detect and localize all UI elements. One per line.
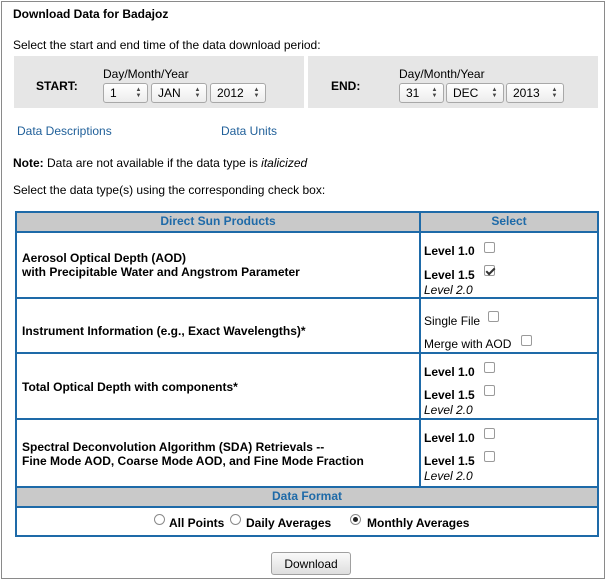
daily-averages-radio[interactable] <box>230 514 241 525</box>
download-form: Download Data for Badajoz Select the sta… <box>1 1 605 579</box>
aod-level20-label: Level 2.0 <box>424 283 473 297</box>
data-units-link[interactable]: Data Units <box>221 124 277 138</box>
note-text: Data are not available if the data type … <box>47 156 258 170</box>
tod-level20-label: Level 2.0 <box>424 403 473 417</box>
tod-level10-checkbox[interactable] <box>484 362 495 373</box>
row-divider <box>17 506 597 508</box>
end-year-select[interactable]: 2013 ▲ ▼ <box>506 83 564 103</box>
sda-level15-checkbox[interactable] <box>484 451 495 462</box>
sda-level10-text: Level 1.0 <box>424 431 475 445</box>
type-instruction: Select the data type(s) using the corres… <box>13 183 326 197</box>
aod-level15-text: Level 1.5 <box>424 268 475 282</box>
data-descriptions-link[interactable]: Data Descriptions <box>17 124 112 138</box>
product-aod-name: Aerosol Optical Depth (AOD) with Precipi… <box>22 251 300 279</box>
start-month-select[interactable]: JAN ▲ ▼ <box>151 83 207 103</box>
end-month-select[interactable]: DEC ▲ ▼ <box>446 83 504 103</box>
row-divider <box>17 352 597 354</box>
sda-level20-label: Level 2.0 <box>424 469 473 483</box>
availability-note: Note: Data are not available if the data… <box>13 156 307 170</box>
spinner-arrows-icon: ▲ ▼ <box>135 87 142 99</box>
aod-level10-text: Level 1.0 <box>424 244 475 258</box>
start-year-value: 2012 <box>217 86 244 100</box>
tod-level20-text: Level 2.0 <box>424 403 473 417</box>
start-format-label: Day/Month/Year <box>103 67 189 81</box>
monthly-averages-radio[interactable] <box>350 514 361 525</box>
date-range-panel: START: Day/Month/Year 1 ▲ ▼ JAN ▲ ▼ 2012 ▲… <box>14 56 598 108</box>
row-divider <box>17 231 597 233</box>
spinner-arrows-icon: ▲ ▼ <box>551 87 558 99</box>
sda-level20-text: Level 2.0 <box>424 469 473 483</box>
aod-level20-text: Level 2.0 <box>424 283 473 297</box>
product-tod-name: Total Optical Depth with components* <box>22 380 238 394</box>
aod-level15-label: Level 1.5 <box>424 268 475 282</box>
start-day-select[interactable]: 1 ▲ ▼ <box>103 83 148 103</box>
period-instruction: Select the start and end time of the dat… <box>13 38 321 52</box>
single-file-label: Single File <box>424 314 481 328</box>
tod-level10-label: Level 1.0 <box>424 365 475 379</box>
end-label: END: <box>331 79 361 93</box>
select-column-header: Select <box>421 213 597 231</box>
aod-level10-checkbox[interactable] <box>484 242 495 253</box>
data-type-table: Direct Sun Products Select Aerosol Optic… <box>15 211 599 537</box>
end-day-value: 31 <box>406 86 420 100</box>
sda-level15-label: Level 1.5 <box>424 454 475 468</box>
start-month-value: JAN <box>158 86 181 100</box>
product-aod-line1: Aerosol Optical Depth (AOD) <box>22 251 187 265</box>
monthly-averages-label: Monthly Averages <box>367 516 470 530</box>
row-divider <box>17 297 597 299</box>
date-panel-divider <box>304 56 308 108</box>
product-sda-name: Spectral Deconvolution Algorithm (SDA) R… <box>22 440 364 468</box>
start-year-select[interactable]: 2012 ▲ ▼ <box>210 83 266 103</box>
product-instrument-name: Instrument Information (e.g., Exact Wave… <box>22 324 306 338</box>
page-title: Download Data for Badajoz <box>13 7 169 21</box>
start-day-value: 1 <box>110 86 117 100</box>
column-divider <box>419 213 421 488</box>
all-points-radio[interactable] <box>154 514 165 525</box>
start-label: START: <box>36 79 78 93</box>
end-day-select[interactable]: 31 ▲ ▼ <box>399 83 444 103</box>
single-file-checkbox[interactable] <box>488 311 499 322</box>
tod-level15-checkbox[interactable] <box>484 385 495 396</box>
spinner-arrows-icon: ▲ ▼ <box>431 87 438 99</box>
sda-level15-text: Level 1.5 <box>424 454 475 468</box>
sda-level10-checkbox[interactable] <box>484 428 495 439</box>
all-points-label: All Points <box>169 516 225 530</box>
spinner-arrows-icon: ▲ ▼ <box>491 87 498 99</box>
download-button[interactable]: Download <box>271 552 351 575</box>
spinner-arrows-icon: ▲ ▼ <box>194 87 201 99</box>
daily-averages-label: Daily Averages <box>246 516 332 530</box>
spinner-arrows-icon: ▲ ▼ <box>253 87 260 99</box>
end-month-value: DEC <box>453 86 479 100</box>
sda-level10-label: Level 1.0 <box>424 431 475 445</box>
data-format-header: Data Format <box>17 488 597 506</box>
note-emphasis: italicized <box>261 156 308 170</box>
end-year-value: 2013 <box>513 86 540 100</box>
tod-level10-text: Level 1.0 <box>424 365 475 379</box>
merge-aod-label: Merge with AOD <box>424 337 512 351</box>
product-sda-line1: Spectral Deconvolution Algorithm (SDA) R… <box>22 440 325 454</box>
aod-level10-label: Level 1.0 <box>424 244 475 258</box>
tod-level15-label: Level 1.5 <box>424 388 475 402</box>
product-sda-line2: Fine Mode AOD, Coarse Mode AOD, and Fine… <box>22 454 364 468</box>
end-format-label: Day/Month/Year <box>399 67 485 81</box>
merge-aod-checkbox[interactable] <box>521 335 532 346</box>
note-label: Note: <box>13 156 44 170</box>
product-aod-line2: with Precipitable Water and Angstrom Par… <box>22 265 300 279</box>
tod-level15-text: Level 1.5 <box>424 388 475 402</box>
row-divider <box>17 418 597 420</box>
aod-level15-checkbox[interactable] <box>484 265 495 276</box>
products-column-header: Direct Sun Products <box>17 213 419 231</box>
